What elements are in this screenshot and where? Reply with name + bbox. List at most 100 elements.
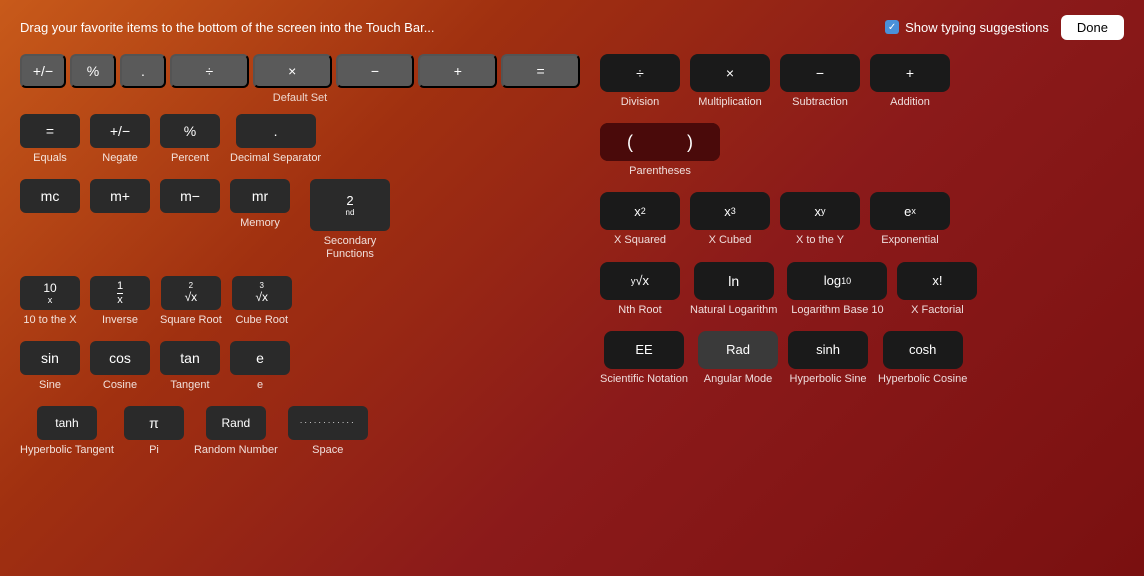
cosh-group: cosh Hyperbolic Cosine [878, 331, 967, 386]
pi-label: Pi [149, 444, 159, 457]
exp-group: ex Exponential [870, 192, 950, 247]
memory-label: Memory [240, 217, 280, 230]
left-panel: +/− % . ÷ × − + = Default Set = Equals +… [20, 54, 580, 471]
decimal-group: . Decimal Separator [230, 114, 321, 165]
nthroot-button[interactable]: y√x [600, 262, 680, 300]
factorial-button[interactable]: x! [897, 262, 977, 300]
percent-button[interactable]: % [160, 114, 220, 148]
ds-decimal-button[interactable]: . [120, 54, 166, 88]
tenx-group: 10x 10 to the X [20, 276, 80, 327]
secondary-label: SecondaryFunctions [324, 235, 377, 261]
right-panel: ÷ Division × Multiplication − Subtractio… [600, 54, 1124, 471]
done-button[interactable]: Done [1061, 15, 1124, 40]
cos-group: cos Cosine [90, 341, 150, 392]
cuberoot-button[interactable]: 3√x [232, 276, 292, 310]
tan-label: Tangent [170, 379, 209, 392]
mplus-button[interactable]: m+ [90, 179, 150, 213]
ln-button[interactable]: ln [694, 262, 774, 300]
inverse-button[interactable]: 1x [90, 276, 150, 310]
ds-multiply-button[interactable]: × [253, 54, 332, 88]
ds-negate-button[interactable]: +/− [20, 54, 66, 88]
row-power-root: 10x 10 to the X 1x Inverse 2√x Square Ro… [20, 276, 580, 327]
ds-percent-button[interactable]: % [70, 54, 116, 88]
tenx-label: 10 to the X [23, 314, 76, 327]
addition-button[interactable]: + [870, 54, 950, 92]
decimal-button[interactable]: . [236, 114, 316, 148]
xcubed-group: x3 X Cubed [690, 192, 770, 247]
factorial-group: x! X Factorial [897, 262, 977, 317]
equals-label: Equals [33, 152, 67, 165]
tan-button[interactable]: tan [160, 341, 220, 375]
negate-group: +/− Negate [90, 114, 150, 165]
ee-group: EE Scientific Notation [600, 331, 688, 386]
subtraction-button[interactable]: − [780, 54, 860, 92]
parentheses-pair: ( ) [600, 123, 720, 161]
xsq-group: x2 X Squared [600, 192, 680, 247]
rad-label: Angular Mode [704, 373, 773, 386]
rad-button[interactable]: Rad [698, 331, 778, 369]
e-group: e e [230, 341, 290, 392]
sqroot-button[interactable]: 2√x [161, 276, 221, 310]
tenx-button[interactable]: 10x [20, 276, 80, 310]
sqroot-group: 2√x Square Root [160, 276, 222, 327]
space-button[interactable]: ············ [288, 406, 368, 440]
log10-group: log10 Logarithm Base 10 [787, 262, 887, 317]
subtraction-label: Subtraction [792, 96, 848, 109]
right-row-hyp: EE Scientific Notation Rad Angular Mode … [600, 331, 1124, 386]
cos-button[interactable]: cos [90, 341, 150, 375]
show-typing-checkbox[interactable]: ✓ [885, 20, 899, 34]
ds-divide-button[interactable]: ÷ [170, 54, 249, 88]
ee-button[interactable]: EE [604, 331, 684, 369]
log10-label: Logarithm Base 10 [791, 304, 883, 317]
main-content: +/− % . ÷ × − + = Default Set = Equals +… [0, 54, 1144, 471]
exp-button[interactable]: ex [870, 192, 950, 230]
secondary-button[interactable]: 2nd [310, 179, 390, 231]
ds-equals-button[interactable]: = [501, 54, 580, 88]
parentheses-label: Parentheses [629, 165, 691, 178]
division-button[interactable]: ÷ [600, 54, 680, 92]
mc-button[interactable]: mc [20, 179, 80, 213]
cosh-button[interactable]: cosh [883, 331, 963, 369]
multiplication-button[interactable]: × [690, 54, 770, 92]
equals-button[interactable]: = [20, 114, 80, 148]
xcubed-label: X Cubed [709, 234, 752, 247]
factorial-label: X Factorial [911, 304, 964, 317]
percent-label: Percent [171, 152, 209, 165]
xsq-button[interactable]: x2 [600, 192, 680, 230]
nthroot-group: y√x Nth Root [600, 262, 680, 317]
sin-button[interactable]: sin [20, 341, 80, 375]
default-set-row: +/− % . ÷ × − + = [20, 54, 580, 88]
default-set-label: Default Set [20, 92, 580, 104]
mr-button[interactable]: mr [230, 179, 290, 213]
xtoy-button[interactable]: xy [780, 192, 860, 230]
close-paren-button[interactable]: ) [660, 123, 720, 161]
pi-button[interactable]: π [124, 406, 184, 440]
equals-group: = Equals [20, 114, 80, 165]
tanh-label: Hyperbolic Tangent [20, 444, 114, 457]
sin-group: sin Sine [20, 341, 80, 392]
cosh-label: Hyperbolic Cosine [878, 373, 967, 386]
sinh-group: sinh Hyperbolic Sine [788, 331, 868, 386]
mminus-button[interactable]: m− [160, 179, 220, 213]
multiplication-label: Multiplication [698, 96, 762, 109]
row-basic-ops: = Equals +/− Negate % Percent . Decimal … [20, 114, 580, 165]
cuberoot-group: 3√x Cube Root [232, 276, 292, 327]
tanh-button[interactable]: tanh [37, 406, 97, 440]
log10-button[interactable]: log10 [787, 262, 887, 300]
division-group: ÷ Division [600, 54, 680, 109]
sinh-button[interactable]: sinh [788, 331, 868, 369]
top-bar: Drag your favorite items to the bottom o… [0, 0, 1144, 54]
space-group: ············ Space [288, 406, 368, 457]
open-paren-button[interactable]: ( [600, 123, 660, 161]
ds-add-button[interactable]: + [418, 54, 497, 88]
ops-row: ÷ Division × Multiplication − Subtractio… [600, 54, 1124, 109]
negate-label: Negate [102, 152, 137, 165]
mc-group: mc [20, 179, 80, 213]
negate-button[interactable]: +/− [90, 114, 150, 148]
ds-subtract-button[interactable]: − [336, 54, 415, 88]
rad-group: Rad Angular Mode [698, 331, 778, 386]
show-typing-container: ✓ Show typing suggestions [885, 20, 1049, 35]
rand-button[interactable]: Rand [206, 406, 266, 440]
e-button[interactable]: e [230, 341, 290, 375]
xcubed-button[interactable]: x3 [690, 192, 770, 230]
